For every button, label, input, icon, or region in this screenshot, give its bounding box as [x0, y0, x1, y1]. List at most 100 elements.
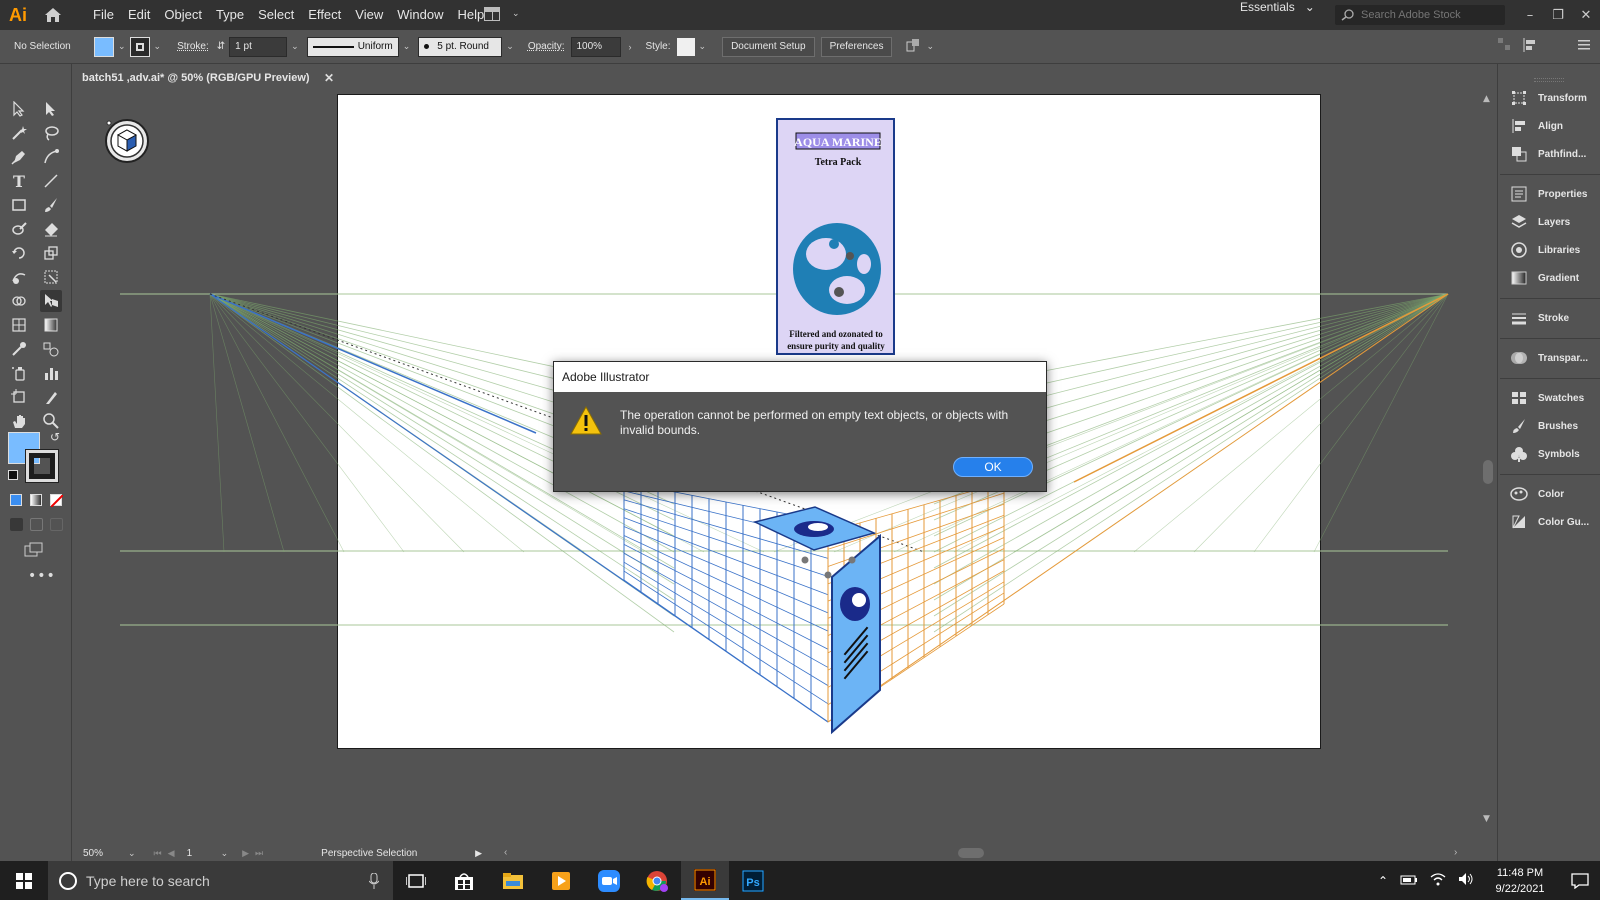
dock-grip[interactable]	[1534, 78, 1564, 82]
mesh-tool-icon[interactable]	[8, 314, 30, 336]
menu-object[interactable]: Object	[157, 0, 209, 30]
panel-color-guide[interactable]: Color Gu...	[1510, 514, 1589, 530]
menu-window[interactable]: Window	[390, 0, 450, 30]
document-setup-button[interactable]: Document Setup	[722, 36, 815, 57]
blend-tool-icon[interactable]	[40, 338, 62, 360]
minimize-button[interactable]: –	[1516, 0, 1544, 30]
none-mode-icon[interactable]	[50, 494, 63, 507]
perspective-selection-tool-icon[interactable]	[40, 290, 62, 312]
file-explorer-icon[interactable]	[489, 861, 537, 900]
menu-file[interactable]: File	[86, 0, 121, 30]
preferences-button[interactable]: Preferences	[820, 36, 893, 57]
panel-swatches[interactable]: Swatches	[1510, 390, 1584, 406]
lasso-tool-icon[interactable]	[40, 122, 62, 144]
slice-tool-icon[interactable]	[40, 386, 62, 408]
vertical-scrollbar[interactable]: ▲ ▼	[1480, 92, 1496, 848]
chevron-down-icon[interactable]: ⌄	[291, 41, 299, 52]
chevron-down-icon[interactable]: ⌄	[118, 41, 126, 52]
symbol-sprayer-tool-icon[interactable]	[8, 362, 30, 384]
zoom-level-field[interactable]: 50%	[78, 846, 118, 860]
chevron-down-icon[interactable]: ⌄	[154, 41, 162, 52]
stock-search-box[interactable]	[1335, 5, 1505, 25]
stroke-color-box[interactable]	[25, 449, 59, 483]
warp-tool-icon[interactable]	[8, 266, 30, 288]
rotate-tool-icon[interactable]	[8, 242, 30, 264]
opacity-label[interactable]: Opacity:	[528, 41, 565, 52]
fill-swatch[interactable]	[94, 36, 114, 57]
chevron-right-icon[interactable]: ›	[629, 42, 632, 52]
last-artboard-icon[interactable]: ⏭	[255, 848, 263, 859]
graphic-style-swatch[interactable]	[676, 37, 695, 56]
variable-width-profile[interactable]: Uniform	[306, 36, 399, 57]
scroll-down-icon[interactable]: ▼	[1483, 814, 1490, 824]
menu-edit[interactable]: Edit	[121, 0, 157, 30]
stroke-swatch[interactable]	[129, 36, 150, 57]
color-mode-icon[interactable]	[10, 494, 22, 506]
chevron-down-icon[interactable]: ⌄	[403, 41, 411, 52]
scroll-thumb[interactable]	[958, 848, 984, 858]
menu-view[interactable]: View	[348, 0, 390, 30]
chevron-down-icon[interactable]: ⌄	[926, 41, 934, 52]
column-graph-tool-icon[interactable]	[40, 362, 62, 384]
screen-mode-icon[interactable]	[24, 542, 44, 562]
free-transform-tool-icon[interactable]	[40, 266, 62, 288]
gradient-tool-icon[interactable]	[40, 314, 62, 336]
package-label-artwork[interactable]: AQUA MARINE Tetra Pack Filtered and ozon…	[776, 118, 895, 355]
draw-normal-icon[interactable]	[10, 518, 23, 531]
pen-tool-icon[interactable]	[8, 146, 30, 168]
curvature-tool-icon[interactable]	[40, 146, 62, 168]
panel-transparency[interactable]: Transpar...	[1510, 350, 1588, 366]
close-button[interactable]: ✕	[1572, 0, 1600, 30]
scroll-up-icon[interactable]: ▲	[1483, 94, 1490, 104]
draw-behind-icon[interactable]	[30, 518, 43, 531]
direct-selection-tool-icon[interactable]	[40, 98, 62, 120]
align-icon[interactable]	[1498, 38, 1512, 55]
workspace-switcher[interactable]: Essentials ⌄	[1240, 0, 1315, 14]
hand-tool-icon[interactable]	[8, 410, 30, 432]
panel-color[interactable]: Color	[1510, 486, 1564, 502]
eraser-tool-icon[interactable]	[40, 218, 62, 240]
paintbrush-tool-icon[interactable]	[40, 194, 62, 216]
zoom-tool-icon[interactable]	[40, 410, 62, 432]
chevron-down-icon[interactable]: ⌄	[699, 41, 707, 52]
panel-menu-icon[interactable]	[1578, 40, 1590, 53]
panel-pathfinder[interactable]: Pathfind...	[1510, 146, 1586, 162]
microphone-icon[interactable]	[369, 872, 379, 889]
panel-libraries[interactable]: Libraries	[1510, 242, 1580, 258]
artboard-tool-icon[interactable]	[8, 386, 30, 408]
restore-button[interactable]: ❐	[1544, 0, 1572, 30]
scale-tool-icon[interactable]	[40, 242, 62, 264]
distribute-icon[interactable]	[1523, 38, 1539, 55]
panel-brushes[interactable]: Brushes	[1510, 418, 1578, 434]
stroke-label[interactable]: Stroke:	[177, 41, 209, 52]
menu-type[interactable]: Type	[209, 0, 251, 30]
panel-align[interactable]: Align	[1510, 118, 1563, 134]
start-button[interactable]	[0, 861, 48, 900]
eyedropper-tool-icon[interactable]	[8, 338, 30, 360]
gradient-mode-icon[interactable]	[30, 494, 42, 506]
panel-gradient[interactable]: Gradient	[1510, 270, 1579, 286]
scroll-right-icon[interactable]: ›	[1454, 847, 1457, 858]
show-hidden-icons-icon[interactable]: ⌃	[1378, 874, 1388, 888]
chevron-down-icon[interactable]: ⌄	[221, 848, 229, 859]
stroke-weight-field[interactable]: 1 pt	[229, 36, 288, 57]
opacity-field[interactable]: 100%	[570, 36, 621, 57]
draw-inside-icon[interactable]	[50, 518, 63, 531]
more-tools-icon[interactable]: •••	[28, 568, 56, 584]
wifi-icon[interactable]	[1430, 871, 1446, 890]
document-tab[interactable]: batch51 ,adv.ai* @ 50% (RGB/GPU Preview)…	[74, 68, 342, 90]
close-icon[interactable]: ✕	[324, 71, 334, 85]
status-menu-icon[interactable]: ▶	[475, 848, 482, 859]
menu-select[interactable]: Select	[251, 0, 301, 30]
panel-properties[interactable]: Properties	[1510, 186, 1587, 202]
illustrator-icon[interactable]: Ai	[681, 861, 729, 900]
photoshop-icon[interactable]: Ps	[729, 861, 777, 900]
panel-stroke[interactable]: Stroke	[1510, 310, 1569, 326]
zoom-icon[interactable]	[585, 861, 633, 900]
stepper-icon[interactable]: ⇵	[217, 41, 225, 52]
ok-button[interactable]: OK	[953, 457, 1033, 477]
illustrator-logo[interactable]: Ai	[0, 0, 36, 30]
notifications-icon[interactable]	[1560, 872, 1600, 889]
search-input[interactable]	[1361, 9, 1501, 21]
artboard-number-field[interactable]: 1	[187, 848, 217, 859]
